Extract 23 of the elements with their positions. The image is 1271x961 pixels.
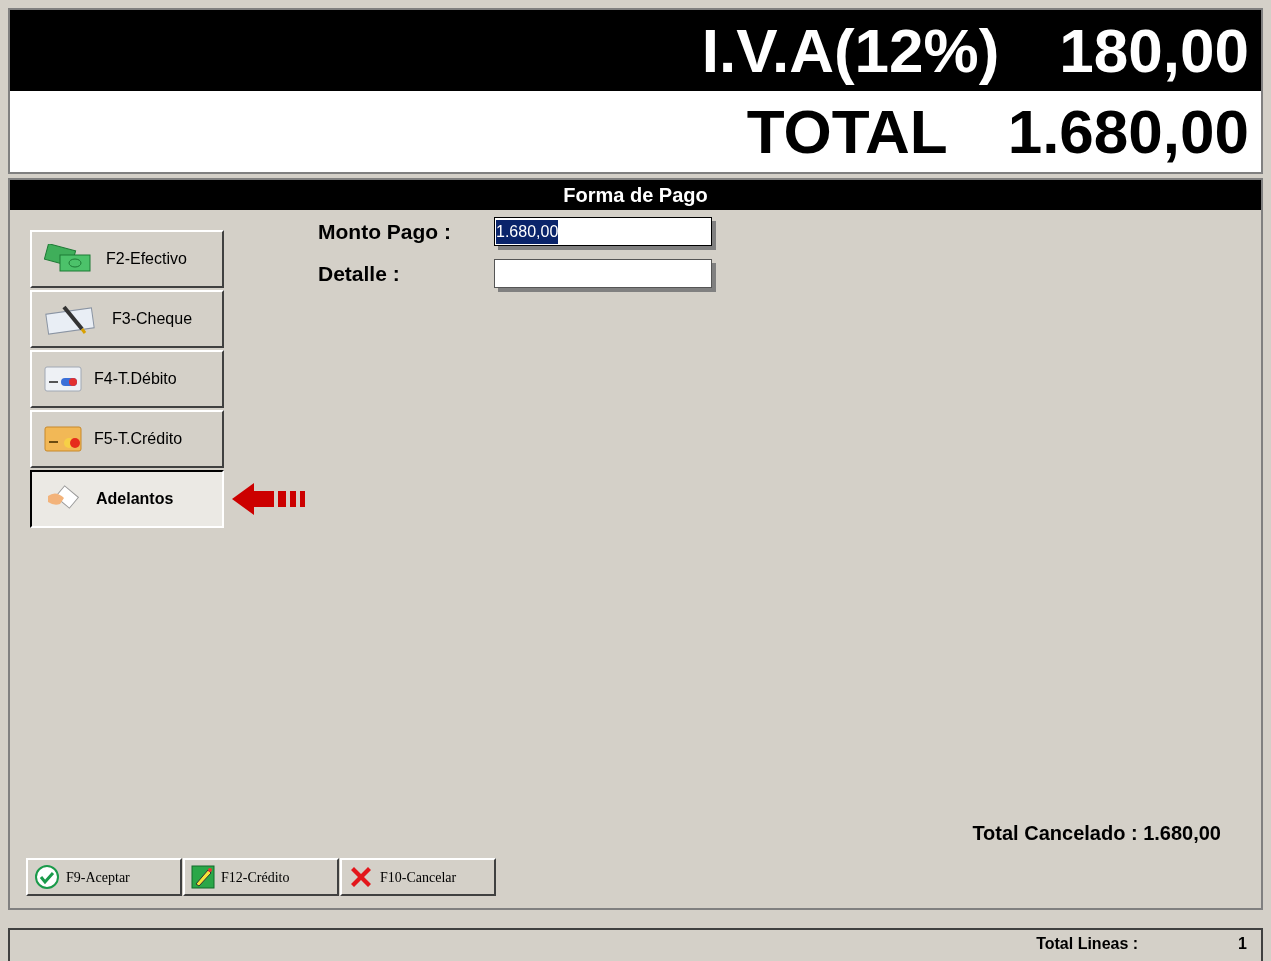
- totals-value: 1.680,00: [1007, 96, 1249, 168]
- totals-label: I.V.A(12%): [701, 15, 1000, 87]
- action-button[interactable]: F12-Crédito: [183, 858, 339, 896]
- payment-method-button[interactable]: Adelantos: [30, 470, 224, 528]
- status-label: Total Lineas :: [1036, 934, 1139, 954]
- card-icon: [44, 426, 82, 452]
- card-icon: [44, 366, 82, 392]
- pencil-icon: [191, 865, 215, 889]
- status-value: 1: [1238, 934, 1247, 954]
- action-button[interactable]: F9-Aceptar: [26, 858, 182, 896]
- payment-method-button[interactable]: F3-Cheque: [30, 290, 224, 348]
- field-label: Monto Pago :: [318, 219, 452, 245]
- field-label: Detalle :: [318, 260, 401, 287]
- banknotes-icon: [44, 244, 94, 274]
- payment-method-button[interactable]: F2-Efectivo: [30, 230, 224, 288]
- payment-method-button[interactable]: F5-T.Crédito: [30, 410, 224, 468]
- total-cancelado: Total Cancelado : 1.680,00: [972, 821, 1221, 846]
- panel-title: Forma de Pago: [10, 180, 1261, 210]
- totals-label: TOTAL: [746, 96, 948, 168]
- totals-value: 180,00: [1059, 15, 1249, 87]
- check-icon: [34, 864, 60, 890]
- payment-method-button[interactable]: F4-T.Débito: [30, 350, 224, 408]
- action-button[interactable]: F10-Cancelar: [340, 858, 496, 896]
